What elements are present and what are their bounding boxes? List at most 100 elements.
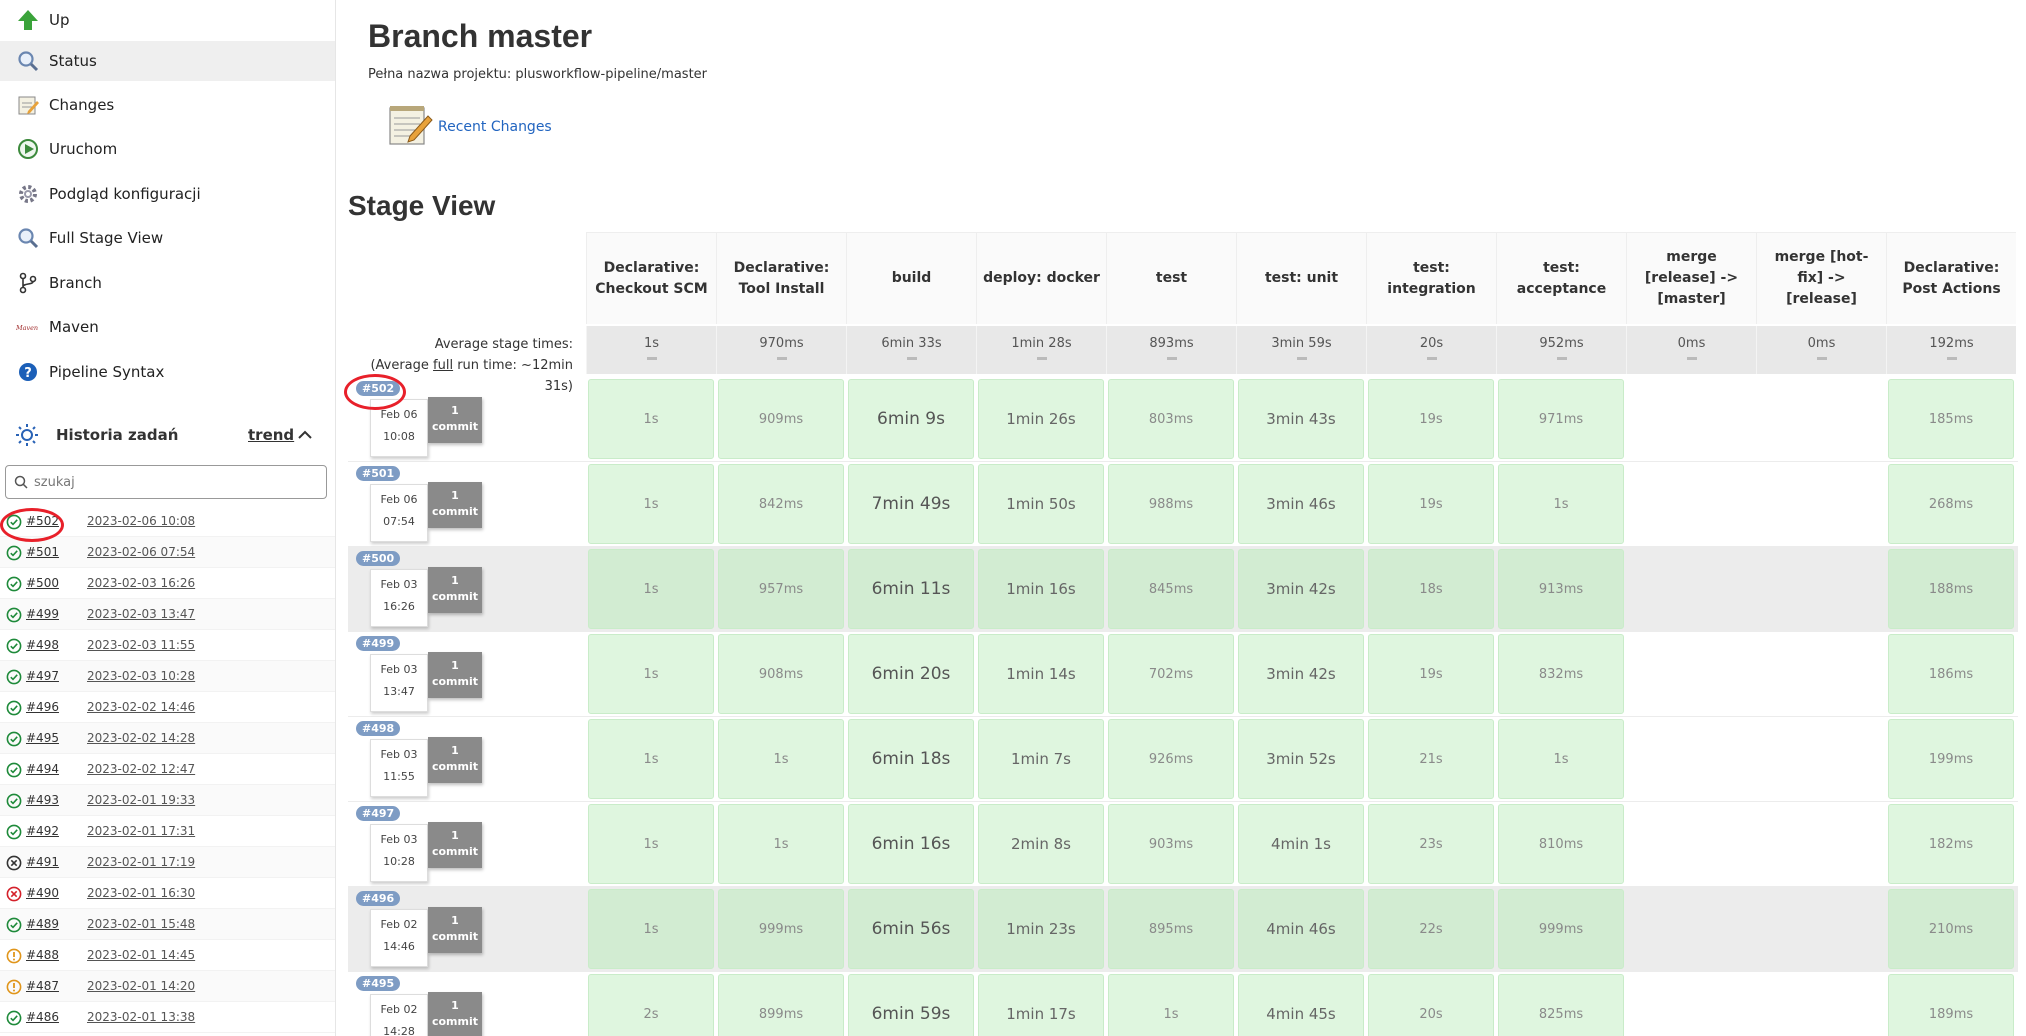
build-date-link[interactable]: 2023-02-06 07:54 bbox=[87, 545, 195, 559]
stage-cell[interactable]: 810ms bbox=[1498, 804, 1624, 884]
stage-cell[interactable]: 842ms bbox=[718, 464, 844, 544]
commit-count-button[interactable]: 1 commit bbox=[428, 822, 482, 868]
build-number-link[interactable]: #499 bbox=[26, 607, 59, 621]
stage-cell[interactable]: 971ms bbox=[1498, 379, 1624, 459]
build-history-row[interactable]: #493 2023-02-01 19:33 bbox=[0, 785, 335, 816]
recent-changes-link[interactable]: Recent Changes bbox=[438, 119, 552, 135]
stage-cell[interactable]: 23s bbox=[1368, 804, 1494, 884]
chevron-up-icon[interactable] bbox=[296, 426, 314, 444]
commit-count-button[interactable]: 1 commit bbox=[428, 992, 482, 1036]
stage-cell[interactable]: 957ms bbox=[718, 549, 844, 629]
stage-cell[interactable]: 1min 7s bbox=[978, 719, 1104, 799]
stage-cell[interactable]: 7min 49s bbox=[848, 464, 974, 544]
build-history-row[interactable]: #501 2023-02-06 07:54 bbox=[0, 537, 335, 568]
build-number-link[interactable]: #502 bbox=[26, 514, 59, 528]
stage-cell[interactable]: 1min 23s bbox=[978, 889, 1104, 969]
build-history-row[interactable]: #494 2023-02-02 12:47 bbox=[0, 754, 335, 785]
stage-cell[interactable]: 189ms bbox=[1888, 974, 2014, 1036]
stage-cell[interactable]: 1s bbox=[588, 379, 714, 459]
stage-cell[interactable]: 988ms bbox=[1108, 464, 1234, 544]
stage-cell[interactable]: 19s bbox=[1368, 634, 1494, 714]
sidebar-task-changes[interactable]: Changes bbox=[0, 85, 335, 125]
build-date-link[interactable]: 2023-02-02 14:28 bbox=[87, 731, 195, 745]
build-number-link[interactable]: #494 bbox=[26, 762, 59, 776]
stage-cell[interactable]: 1s bbox=[588, 549, 714, 629]
stage-cell[interactable]: 186ms bbox=[1888, 634, 2014, 714]
build-date-link[interactable]: 2023-02-01 14:20 bbox=[87, 979, 195, 993]
sidebar-task-podgląd-konfiguracji[interactable]: Podgląd konfiguracji bbox=[0, 174, 335, 214]
build-badge[interactable]: #500 bbox=[356, 551, 401, 566]
build-number-link[interactable]: #488 bbox=[26, 948, 59, 962]
stage-cell[interactable]: 20s bbox=[1368, 974, 1494, 1036]
stage-cell[interactable]: 6min 59s bbox=[848, 974, 974, 1036]
sidebar-task-up[interactable]: Up bbox=[0, 0, 335, 40]
stage-cell[interactable]: 825ms bbox=[1498, 974, 1624, 1036]
stage-cell[interactable]: 182ms bbox=[1888, 804, 2014, 884]
stage-cell[interactable]: 3min 52s bbox=[1238, 719, 1364, 799]
stage-cell[interactable]: 1s bbox=[588, 889, 714, 969]
stage-cell[interactable]: 6min 18s bbox=[848, 719, 974, 799]
commit-count-button[interactable]: 1 commit bbox=[428, 567, 482, 613]
build-date-link[interactable]: 2023-02-03 16:26 bbox=[87, 576, 195, 590]
commit-count-button[interactable]: 1 commit bbox=[428, 652, 482, 698]
build-date-link[interactable]: 2023-02-01 17:31 bbox=[87, 824, 195, 838]
stage-cell[interactable]: 895ms bbox=[1108, 889, 1234, 969]
stage-cell[interactable]: 3min 42s bbox=[1238, 549, 1364, 629]
sidebar-task-full-stage-view[interactable]: Full Stage View bbox=[0, 218, 335, 258]
stage-cell[interactable]: 1s bbox=[1498, 719, 1624, 799]
build-badge[interactable]: #499 bbox=[356, 636, 401, 651]
build-date-link[interactable]: 2023-02-02 14:46 bbox=[87, 700, 195, 714]
stage-cell[interactable]: 6min 20s bbox=[848, 634, 974, 714]
stage-cell[interactable]: 1s bbox=[718, 804, 844, 884]
build-number-link[interactable]: #497 bbox=[26, 669, 59, 683]
stage-cell[interactable]: 908ms bbox=[718, 634, 844, 714]
stage-cell[interactable]: 903ms bbox=[1108, 804, 1234, 884]
build-number-link[interactable]: #492 bbox=[26, 824, 59, 838]
full-link[interactable]: full bbox=[433, 358, 453, 373]
stage-cell[interactable]: 913ms bbox=[1498, 549, 1624, 629]
commit-count-button[interactable]: 1 commit bbox=[428, 907, 482, 953]
stage-cell[interactable]: 4min 46s bbox=[1238, 889, 1364, 969]
build-history-row[interactable]: #499 2023-02-03 13:47 bbox=[0, 599, 335, 630]
stage-cell[interactable]: 1s bbox=[588, 719, 714, 799]
build-date-link[interactable]: 2023-02-01 14:45 bbox=[87, 948, 195, 962]
stage-cell[interactable]: 18s bbox=[1368, 549, 1494, 629]
stage-cell[interactable]: 1s bbox=[1498, 464, 1624, 544]
stage-cell[interactable]: 268ms bbox=[1888, 464, 2014, 544]
sidebar-task-branch[interactable]: Branch bbox=[0, 263, 335, 303]
build-date-link[interactable]: 2023-02-03 13:47 bbox=[87, 607, 195, 621]
stage-cell[interactable]: 1min 26s bbox=[978, 379, 1104, 459]
stage-cell[interactable]: 6min 56s bbox=[848, 889, 974, 969]
build-number-link[interactable]: #493 bbox=[26, 793, 59, 807]
build-history-row[interactable]: #489 2023-02-01 15:48 bbox=[0, 909, 335, 940]
build-number-link[interactable]: #489 bbox=[26, 917, 59, 931]
build-date-link[interactable]: 2023-02-03 10:28 bbox=[87, 669, 195, 683]
stage-cell[interactable]: 1s bbox=[718, 719, 844, 799]
stage-cell[interactable]: 6min 11s bbox=[848, 549, 974, 629]
stage-cell[interactable]: 845ms bbox=[1108, 549, 1234, 629]
stage-cell[interactable]: 19s bbox=[1368, 464, 1494, 544]
sidebar-task-maven[interactable]: Maven Maven bbox=[0, 307, 335, 347]
build-date-link[interactable]: 2023-02-06 10:08 bbox=[87, 514, 195, 528]
build-badge[interactable]: #495 bbox=[356, 976, 401, 991]
stage-cell[interactable]: 909ms bbox=[718, 379, 844, 459]
build-history-row[interactable]: #495 2023-02-02 14:28 bbox=[0, 723, 335, 754]
build-history-row[interactable]: #486 2023-02-01 13:38 bbox=[0, 1002, 335, 1033]
build-history-row[interactable]: #488 2023-02-01 14:45 bbox=[0, 940, 335, 971]
build-history-row[interactable]: #491 2023-02-01 17:19 bbox=[0, 847, 335, 878]
build-badge[interactable]: #502 bbox=[356, 381, 401, 396]
stage-cell[interactable]: 19s bbox=[1368, 379, 1494, 459]
stage-cell[interactable]: 803ms bbox=[1108, 379, 1234, 459]
stage-cell[interactable]: 188ms bbox=[1888, 549, 2014, 629]
build-history-row[interactable]: #500 2023-02-03 16:26 bbox=[0, 568, 335, 599]
build-history-row[interactable]: #496 2023-02-02 14:46 bbox=[0, 692, 335, 723]
stage-cell[interactable]: 6min 16s bbox=[848, 804, 974, 884]
stage-cell[interactable]: 1s bbox=[588, 804, 714, 884]
stage-cell[interactable]: 3min 46s bbox=[1238, 464, 1364, 544]
build-history-row[interactable]: #497 2023-02-03 10:28 bbox=[0, 661, 335, 692]
build-date-link[interactable]: 2023-02-01 19:33 bbox=[87, 793, 195, 807]
trend-link[interactable]: trend bbox=[248, 426, 294, 444]
build-number-link[interactable]: #496 bbox=[26, 700, 59, 714]
build-history-row[interactable]: #490 2023-02-01 16:30 bbox=[0, 878, 335, 909]
build-badge[interactable]: #501 bbox=[356, 466, 401, 481]
